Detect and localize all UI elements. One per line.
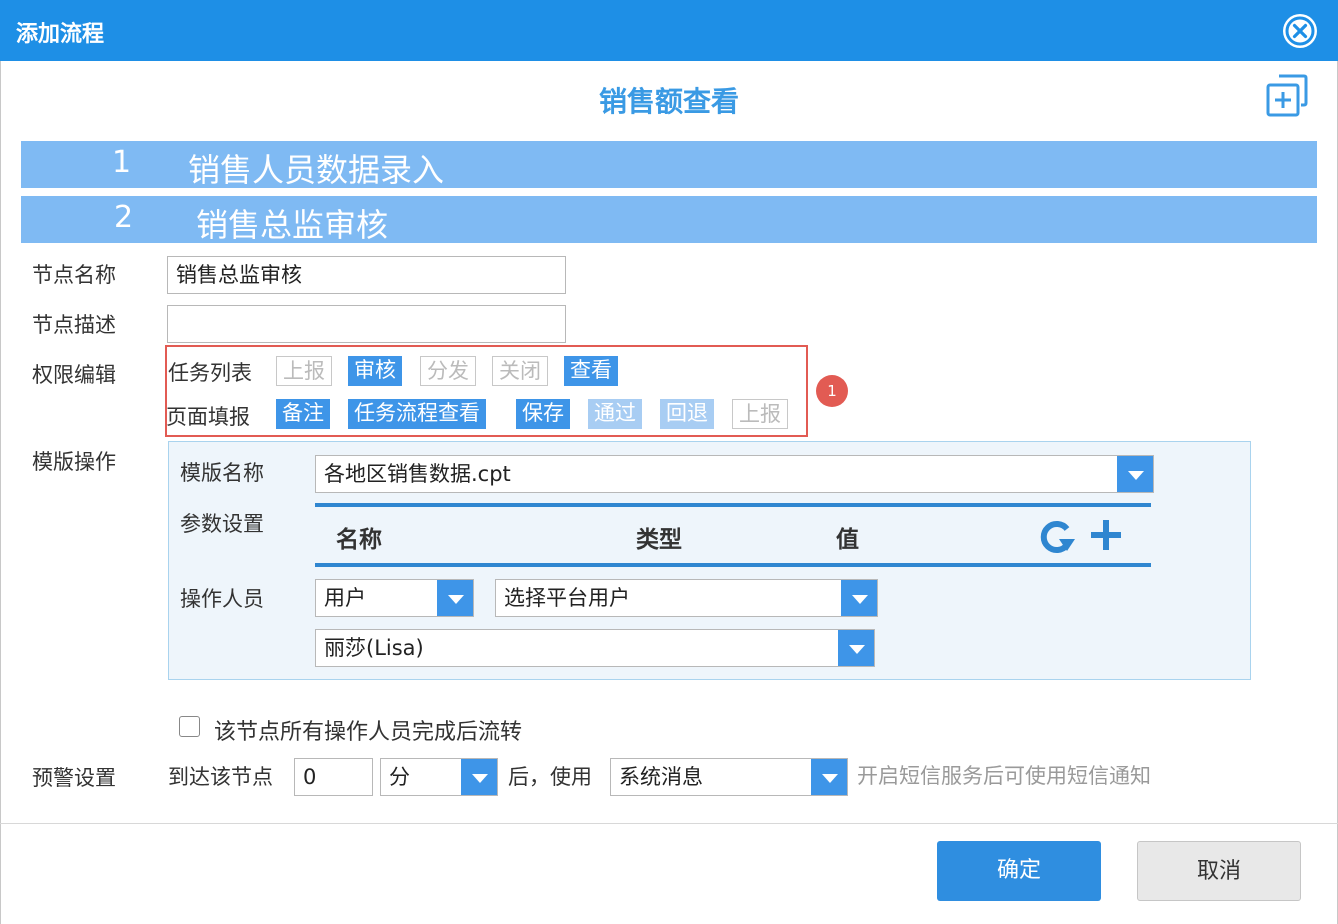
node-name: 销售人员数据录入 <box>188 151 445 189</box>
operator-type-select[interactable]: 用户 <box>315 579 474 617</box>
node-desc-input[interactable] <box>167 305 566 343</box>
node-name-label: 节点名称 <box>32 263 116 287</box>
flow-name: 销售额查看 <box>598 85 739 118</box>
node-number: 1 <box>112 145 132 180</box>
template-select-value: 各地区销售数据.cpt <box>324 462 511 486</box>
close-button[interactable] <box>1283 14 1317 48</box>
operator-label: 操作人员 <box>180 587 264 611</box>
param-col-type: 类型 <box>636 527 682 553</box>
node-bar-1[interactable]: 1 销售人员数据录入 <box>21 141 1317 189</box>
cancel-button[interactable]: 取消 <box>1137 841 1301 901</box>
task-tag-distribute[interactable]: 分发 <box>420 356 476 386</box>
param-table-bottom-border <box>315 563 1151 567</box>
confirm-button[interactable]: 确定 <box>937 841 1101 901</box>
alert-label: 预警设置 <box>32 766 116 790</box>
dialog-titlebar: 添加流程 <box>0 0 1338 61</box>
alert-unit-value: 分 <box>389 765 410 789</box>
add-param-icon[interactable] <box>1088 517 1124 553</box>
copy-add-icon <box>1266 74 1308 117</box>
alert-middle-text: 后，使用 <box>508 765 592 789</box>
fill-tag-pass[interactable]: 通过 <box>588 399 642 429</box>
operator-source-select[interactable]: 选择平台用户 <box>495 579 878 617</box>
chevron-down-icon[interactable] <box>1117 456 1153 492</box>
page-fill-label: 页面填报 <box>166 405 250 429</box>
task-tag-view[interactable]: 查看 <box>564 356 618 386</box>
chevron-down-icon[interactable] <box>461 759 497 795</box>
chevron-down-icon[interactable] <box>841 580 877 616</box>
template-label: 模版操作 <box>32 450 116 474</box>
fill-tag-save[interactable]: 保存 <box>516 399 570 429</box>
perm-label: 权限编辑 <box>32 363 116 387</box>
operator-type-value: 用户 <box>324 586 366 610</box>
alert-time-input[interactable]: 0 <box>294 758 373 796</box>
close-icon <box>1285 16 1315 46</box>
fill-tag-flow-view[interactable]: 任务流程查看 <box>348 399 486 429</box>
alert-method-value: 系统消息 <box>619 765 703 789</box>
step-badge: 1 <box>816 375 848 407</box>
add-node-button[interactable] <box>1265 73 1309 123</box>
alert-hint: 开启短信服务后可使用短信通知 <box>857 764 1151 788</box>
operator-user-select[interactable]: 丽莎(Lisa) <box>315 629 875 667</box>
task-list-label: 任务列表 <box>168 361 252 385</box>
chevron-down-icon[interactable] <box>437 580 473 616</box>
chevron-down-icon[interactable] <box>838 630 874 666</box>
fill-tag-report[interactable]: 上报 <box>732 399 788 429</box>
task-tag-audit[interactable]: 审核 <box>348 356 402 386</box>
footer-divider <box>0 823 1338 824</box>
template-name-label: 模版名称 <box>180 461 264 485</box>
param-col-name: 名称 <box>336 527 382 553</box>
node-name-input[interactable]: 销售总监审核 <box>167 256 566 294</box>
operator-source-value: 选择平台用户 <box>504 586 630 610</box>
operator-user-value: 丽莎(Lisa) <box>324 636 424 660</box>
alert-method-select[interactable]: 系统消息 <box>610 758 848 796</box>
node-desc-label: 节点描述 <box>32 313 116 337</box>
node-name: 销售总监审核 <box>196 206 389 244</box>
param-table-top-border <box>315 503 1151 507</box>
flow-after-all-checkbox[interactable] <box>179 716 200 737</box>
alert-prefix: 到达该节点 <box>168 765 273 789</box>
flow-after-all-label: 该节点所有操作人员完成后流转 <box>214 720 523 745</box>
node-bar-2[interactable]: 2 销售总监审核 <box>21 196 1317 244</box>
node-number: 2 <box>114 200 134 235</box>
param-col-value: 值 <box>836 527 859 553</box>
fill-tag-back[interactable]: 回退 <box>660 399 714 429</box>
fill-tag-remark[interactable]: 备注 <box>276 399 330 429</box>
refresh-icon[interactable] <box>1037 517 1079 555</box>
param-label: 参数设置 <box>180 512 264 536</box>
dialog-title: 添加流程 <box>16 22 105 47</box>
chevron-down-icon[interactable] <box>811 759 847 795</box>
alert-unit-select[interactable]: 分 <box>380 758 498 796</box>
task-tag-report[interactable]: 上报 <box>276 356 332 386</box>
template-select[interactable]: 各地区销售数据.cpt <box>315 455 1154 493</box>
task-tag-close[interactable]: 关闭 <box>492 356 548 386</box>
